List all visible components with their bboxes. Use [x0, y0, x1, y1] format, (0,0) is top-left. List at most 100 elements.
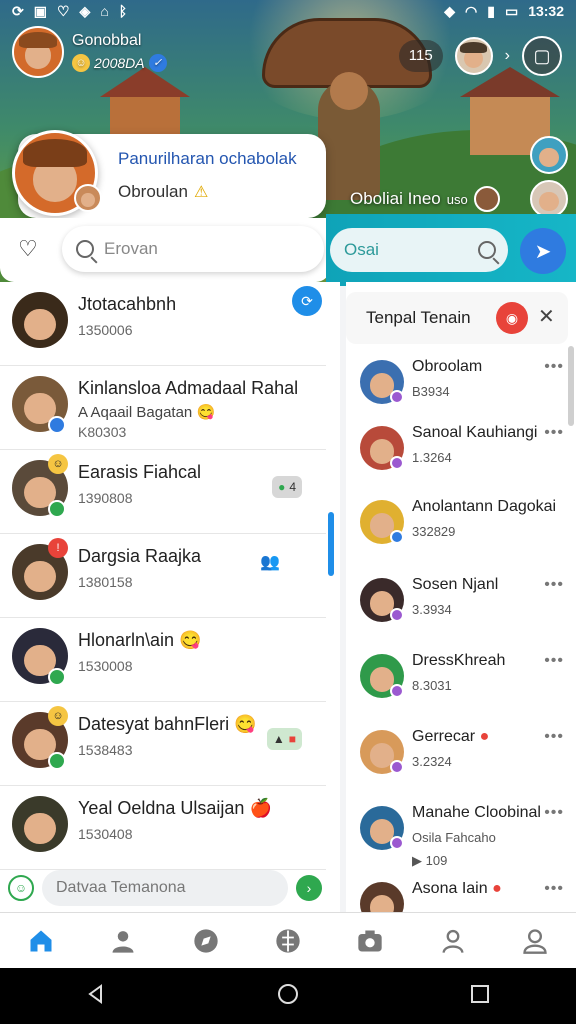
search-input[interactable]: Erovan	[62, 226, 324, 272]
list-item[interactable]: Jtotacahbnh 1350006 ⟳	[0, 282, 326, 366]
more-icon[interactable]: •••	[544, 804, 564, 822]
mini-avatar	[473, 186, 500, 212]
send-icon[interactable]: ›	[296, 875, 322, 901]
chat-name-text: Hlonarln\ain	[78, 630, 175, 650]
search-icon	[76, 240, 94, 258]
friend-item[interactable]: DressKhreah 8.3031 •••	[346, 648, 568, 724]
search-icon	[478, 241, 496, 259]
chat-name: Datesyat bahnFleri 😋	[78, 714, 257, 735]
friend-item[interactable]: Sosen Njanl 3.3934 •••	[346, 572, 568, 648]
friend-avatar[interactable]	[530, 180, 568, 218]
friend-item[interactable]: Obroolam B3934 •••	[346, 354, 568, 430]
friend-meta: B3934	[412, 384, 450, 399]
chat-name: Hlonarln\ain 😋	[78, 630, 202, 651]
chat-avatar	[12, 292, 68, 348]
more-icon[interactable]: •••	[544, 358, 564, 376]
hero-character	[318, 72, 380, 200]
more-icon[interactable]: •••	[544, 576, 564, 594]
alert-icon: !	[48, 538, 68, 558]
user-name: Gonobbal	[72, 32, 142, 49]
record-icon[interactable]: ◉	[496, 302, 528, 334]
friends-header: Tenpal Tenain ◉ ✕	[346, 292, 568, 344]
chat-meta: 1530008	[78, 658, 133, 674]
more-icon[interactable]: •••	[544, 728, 564, 746]
status-dot	[390, 456, 404, 470]
window-icon: ▢	[533, 45, 551, 66]
friend-name: Asona Iain ●	[412, 880, 502, 898]
list-item[interactable]: ☺ Earasis Fiahcal 1390808 ● 4	[0, 450, 326, 534]
friend-item[interactable]: Gerrecar ● 3.2324 •••	[346, 724, 568, 800]
list-item[interactable]: ! Dargsia Raajka 1380158 👥	[0, 534, 326, 618]
friend-item[interactable]: Asona Iain ● •••	[346, 876, 568, 912]
friend-avatar[interactable]	[530, 136, 568, 174]
compose-input[interactable]: Datvaa Temanona	[42, 870, 288, 906]
send-icon: ➤	[534, 240, 552, 263]
globe-icon[interactable]	[273, 926, 303, 956]
wifi-icon: ◠	[465, 2, 478, 19]
image-icon: ▣	[33, 2, 47, 19]
home-icon[interactable]	[26, 926, 56, 956]
friend-meta: 3.2324	[412, 754, 452, 769]
emoji-icon: ☺	[48, 454, 68, 474]
clock-time: 13:32	[528, 3, 564, 19]
bread-icon: ▶	[412, 853, 422, 868]
chat-sub: A Aqaail Bagatan 😋	[78, 403, 215, 421]
friend-avatar[interactable]	[454, 37, 493, 75]
chat-avatar	[12, 796, 68, 852]
more-icon[interactable]: •••	[544, 652, 564, 670]
emoji-icon: 😋	[234, 714, 257, 734]
chat-sub-text: A Aqaail Bagatan	[78, 404, 193, 421]
friend-name: Gerrecar ●	[412, 728, 489, 746]
profile-icon[interactable]	[438, 926, 468, 956]
status-dot	[48, 668, 66, 686]
list-item[interactable]: Kinlansloa Admadaal Rahal A Aqaail Bagat…	[0, 366, 326, 450]
more-icon[interactable]: •••	[544, 424, 564, 442]
user-avatar[interactable]	[12, 26, 64, 78]
status-dot	[48, 500, 66, 518]
chat-meta: 1538483	[78, 742, 133, 758]
chat-meta: 1530408	[78, 826, 133, 842]
hero-caption-suffix: uso	[446, 191, 468, 207]
friend-item[interactable]: Sanoal Kauhiangi 1.3264 •••	[346, 420, 568, 496]
right-search-input[interactable]: Osai	[330, 228, 508, 272]
friend-name: DressKhreah	[412, 652, 506, 669]
back-icon[interactable]	[84, 982, 108, 1011]
coin-badge[interactable]: 115	[398, 40, 443, 72]
popup-subtitle: Obroulan ⚠	[118, 182, 208, 202]
top-actions: 115 › ▢	[398, 36, 562, 76]
status-dot	[390, 390, 404, 404]
account-icon[interactable]	[520, 926, 550, 956]
chat-name-text: Datesyat bahnFleri	[78, 714, 230, 734]
favorites-icon[interactable]: ♡	[18, 236, 38, 262]
score-value: 2008DA	[94, 55, 145, 71]
refresh-icon[interactable]: ⟳	[292, 286, 322, 316]
signal-icon: ▮	[487, 2, 495, 19]
friend-item[interactable]: Anolantann Dagokai 332829	[346, 494, 568, 570]
menu-button[interactable]: ▢	[522, 36, 562, 76]
compass-icon[interactable]	[191, 926, 221, 956]
recents-icon[interactable]	[468, 982, 492, 1011]
close-icon[interactable]: ✕	[538, 304, 555, 329]
list-item[interactable]: ☺ Datesyat bahnFleri 😋 1538483 ▲ ■	[0, 702, 326, 786]
sync-icon: ⟳	[12, 2, 24, 19]
person-icon[interactable]	[108, 926, 138, 956]
list-item[interactable]: Yeal Oeldna Ulsaijan 🍎 1530408	[0, 786, 326, 870]
emoji-icon: 😋	[196, 404, 216, 421]
list-item[interactable]: Hlonarln\ain 😋 1530008	[0, 618, 326, 702]
camera-icon[interactable]	[355, 926, 385, 956]
emoji-icon: 😋	[179, 630, 202, 650]
home-button-icon[interactable]	[276, 982, 300, 1011]
scrollbar[interactable]	[328, 512, 334, 576]
vpn-icon: ◈	[79, 2, 91, 19]
friend-item[interactable]: Manahe Cloobinal Osila Fahcaho ▶ 109 •••	[346, 800, 568, 876]
battery-icon: ▭	[504, 2, 519, 19]
hero-caption: Oboliai Ineo uso	[350, 186, 500, 212]
send-button[interactable]: ➤	[520, 228, 566, 274]
emoji-picker-icon[interactable]: ☺	[8, 875, 34, 901]
chat-name: Dargsia Raajka	[78, 546, 202, 566]
more-icon[interactable]: •••	[544, 880, 564, 898]
friends-panel: Tenpal Tenain ◉ ✕ Obroolam B3934 ••• San…	[346, 282, 576, 912]
current-user[interactable]: Gonobbal ☺ 2008DA ✓	[12, 26, 167, 78]
scrollbar[interactable]	[568, 346, 574, 426]
friend-meta: 8.3031	[412, 678, 452, 693]
